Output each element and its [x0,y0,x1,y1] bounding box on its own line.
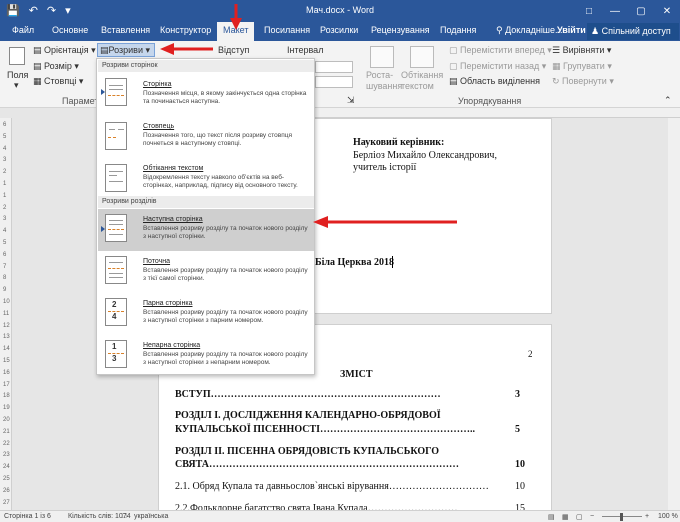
arrow-head-left-2 [313,216,328,228]
arrow-head-left [160,43,174,55]
read-mode-icon[interactable]: ▤ [548,513,555,521]
arrow-head-down [230,18,242,30]
zoom-slider-thumb[interactable] [620,513,623,521]
language-status[interactable]: українська [134,513,168,520]
proofing-icon[interactable]: □ [122,513,126,520]
zoom-in-icon[interactable]: + [645,513,649,520]
zoom-level[interactable]: 100 % [658,513,678,520]
print-layout-icon[interactable]: ▦ [562,513,569,521]
annotation-arrows [160,4,457,228]
status-bar: Сторінка 1 із 6 Кількість слів: 1074 □ у… [0,510,680,522]
web-layout-icon[interactable]: ▢ [576,513,583,521]
zoom-out-icon[interactable]: − [590,513,594,520]
page-count-status[interactable]: Сторінка 1 із 6 [4,513,51,520]
